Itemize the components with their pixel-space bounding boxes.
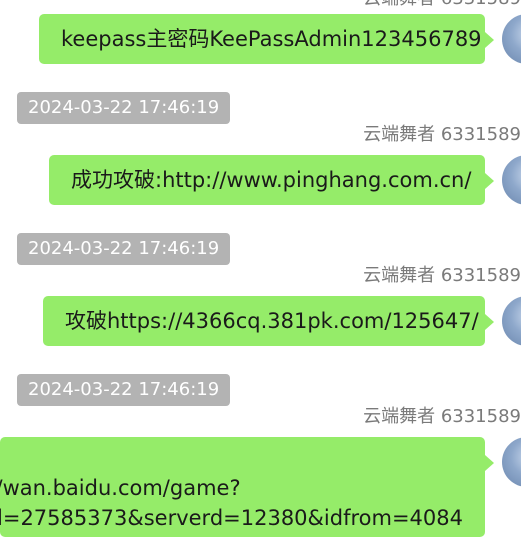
message-text-line: s://wan.baidu.com/game? <box>0 476 241 500</box>
bubble-tail <box>485 455 494 471</box>
message-text: keepass主密码KeePassAdmin123456789 <box>61 27 482 51</box>
chat-message-list[interactable]: 云端舞者 6331589 keepass主密码KeePassAdmin12345… <box>0 0 521 556</box>
message-bubble[interactable]: keepass主密码KeePassAdmin123456789 <box>39 14 494 64</box>
avatar[interactable] <box>502 296 521 346</box>
message-text-line: eId=27585373&serverd=12380&idfrom=4084 <box>0 506 463 530</box>
bubble-tail <box>485 32 494 48</box>
message-timestamp: 2024-03-22 17:46:19 <box>17 233 231 265</box>
sender-name: 云端舞者 6331589 <box>363 124 521 145</box>
bubble-tail <box>485 173 494 189</box>
message-text: 攻破https://4366cq.381pk.com/125647/ <box>65 309 479 333</box>
bubble-tail <box>485 314 494 330</box>
message-text: 成功攻破:http://www.pinghang.com.cn/ <box>71 168 472 192</box>
message-timestamp: 2024-03-22 17:46:19 <box>17 374 231 406</box>
message-timestamp: 2024-03-22 17:46:19 <box>17 92 231 124</box>
message-bubble[interactable]: 攻破https://4366cq.381pk.com/125647/ <box>43 296 494 346</box>
avatar[interactable] <box>502 437 521 487</box>
sender-name: 云端舞者 6331589 <box>363 406 521 427</box>
message-bubble[interactable]: s://wan.baidu.com/game? eId=27585373&ser… <box>0 437 494 537</box>
message-bubble[interactable]: 成功攻破:http://www.pinghang.com.cn/ <box>49 155 494 205</box>
sender-name: 云端舞者 6331589 <box>363 265 521 286</box>
sender-name: 云端舞者 6331589 <box>363 0 521 10</box>
avatar[interactable] <box>502 14 521 64</box>
avatar[interactable] <box>502 155 521 205</box>
